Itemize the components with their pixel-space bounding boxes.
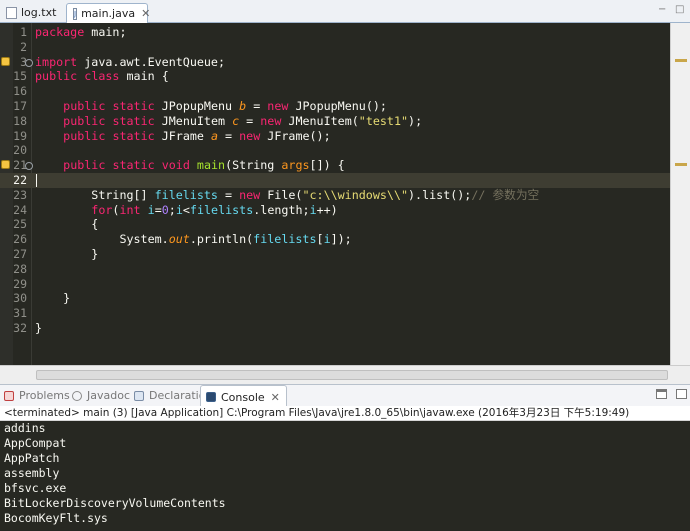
line-number: 25 [13, 217, 27, 232]
code-line[interactable]: 3 import java.awt.EventQueue; [0, 55, 670, 70]
tab-label: Javadoc [87, 389, 130, 402]
problems-icon [4, 390, 14, 401]
code-line[interactable]: 16 [0, 84, 670, 99]
tab-label: Console [221, 390, 265, 404]
console-line: BitLockerDiscoveryVolumeContents [4, 496, 226, 510]
line-number: 32 [13, 320, 27, 335]
line-number: 24 [13, 202, 27, 217]
line-number: 20 [13, 143, 27, 158]
console-icon [206, 392, 216, 402]
code-line[interactable]: 20 [0, 143, 670, 158]
code-line[interactable]: 21 public static void main(String args[]… [0, 158, 670, 173]
line-number: 31 [13, 306, 27, 321]
code-text: for(int i=0;i<filelists.length;i++) [91, 202, 338, 217]
code-text: public static JFrame a = new JFrame(); [63, 128, 331, 143]
code-text: public static JPopupMenu b = new JPopupM… [63, 98, 387, 113]
close-icon[interactable]: ✕ [271, 391, 280, 404]
line-number: 30 [13, 291, 27, 306]
declaration-icon [134, 390, 144, 401]
editor-tab-label: main.java [81, 7, 136, 20]
warning-marker[interactable] [675, 59, 687, 62]
scrollbar-thumb[interactable] [36, 370, 668, 380]
line-number: 29 [13, 276, 27, 291]
tab-problems[interactable]: Problems [4, 385, 70, 406]
tab-javadoc[interactable]: Javadoc [72, 385, 130, 406]
code-text: System.out.println(filelists[i]); [35, 232, 352, 247]
code-line[interactable]: 28 [0, 262, 670, 277]
code-line[interactable]: 25 { [0, 217, 670, 232]
code-text: } [35, 291, 71, 306]
tab-label: Problems [19, 389, 70, 402]
code-line[interactable]: 27 } [0, 247, 670, 262]
code-line[interactable]: 26 System.out.println(filelists[i]); [0, 232, 670, 247]
console-output[interactable]: addins AppCompat AppPatch assembly bfsvc.exe… [0, 421, 690, 531]
code-line[interactable]: 22 [0, 172, 670, 188]
code-text: public static JMenuItem c = new JMenuIte… [63, 113, 423, 128]
code-line[interactable]: 32} [0, 321, 670, 336]
console-status: <terminated> main (3) [Java Application]… [0, 406, 690, 421]
fold-toggle-icon[interactable] [25, 162, 33, 171]
line-number: 18 [13, 113, 27, 128]
code-line[interactable]: 23 String[] filelists = new File("c:\\wi… [0, 188, 670, 203]
console-line: bfsvc.exe [4, 481, 67, 495]
code-line[interactable]: 17 public static JPopupMenu b = new JPop… [0, 99, 670, 114]
code-text: String[] filelists = new File("c:\\windo… [35, 187, 540, 202]
code-text: } [35, 246, 99, 261]
line-number: 1 [20, 25, 27, 39]
code-line[interactable]: 24 for(int i=0;i<filelists.length;i++) [0, 203, 670, 218]
warning-marker[interactable] [675, 163, 687, 166]
code-line[interactable]: 15 public class main { [0, 69, 670, 84]
code-lines: 1 package main; 2 3 import java.awt.EventQue… [0, 25, 670, 336]
code-text: { [35, 217, 99, 232]
console-line: assembly [4, 466, 60, 480]
code-line[interactable]: 31 [0, 306, 670, 321]
line-number: 26 [13, 232, 27, 247]
warning-icon[interactable] [1, 56, 10, 66]
console-line: addins [4, 421, 46, 435]
minimize-button[interactable]: − [658, 4, 666, 15]
line-number: 27 [13, 246, 27, 261]
horizontal-scrollbar[interactable] [0, 365, 690, 384]
warning-icon[interactable] [1, 160, 10, 170]
javadoc-icon [72, 390, 82, 401]
minimize-view-button[interactable] [656, 389, 667, 399]
editor-tab-log[interactable]: log.txt [0, 3, 64, 22]
code-line[interactable]: 19 public static JFrame a = new JFrame()… [0, 129, 670, 144]
overview-ruler[interactable] [670, 23, 690, 365]
console-line: BocomKeyFlt.sys [4, 511, 108, 525]
maximize-view-button[interactable] [676, 389, 687, 399]
java-file-icon: J [73, 7, 78, 20]
editor-tab-bar: log.txt J main.java ✕ − □ [0, 0, 690, 23]
code-line[interactable]: 29 [0, 277, 670, 292]
line-number: 15 [13, 69, 27, 84]
code-editor[interactable]: 1 package main; 2 3 import java.awt.EventQue… [0, 23, 670, 365]
close-icon[interactable]: ✕ [141, 7, 150, 20]
line-number: 17 [13, 98, 27, 113]
code-text: package main; [35, 25, 127, 39]
maximize-button[interactable]: □ [675, 4, 684, 15]
editor-tab-main[interactable]: J main.java ✕ [66, 3, 150, 23]
code-text: public static void main(String args[]) { [63, 158, 345, 173]
code-line[interactable]: 1 package main; [0, 25, 670, 40]
console-line: AppCompat [4, 436, 67, 450]
code-line[interactable]: 30 } [0, 291, 670, 306]
line-number: 2 [20, 39, 27, 54]
code-text: import java.awt.EventQueue; [35, 54, 226, 69]
line-number: 16 [13, 84, 27, 99]
tab-console[interactable]: Console ✕ [200, 385, 287, 408]
line-number: 28 [13, 261, 27, 276]
line-number: 22 [13, 172, 27, 187]
editor-tab-label: log.txt [21, 6, 57, 19]
fold-toggle-icon[interactable] [25, 58, 33, 67]
code-line[interactable]: 2 [0, 40, 670, 55]
code-text: public class main { [35, 69, 169, 84]
line-number: 19 [13, 128, 27, 143]
text-cursor [36, 173, 37, 187]
text-file-icon [6, 6, 17, 19]
line-number: 23 [13, 187, 27, 202]
console-line: AppPatch [4, 451, 60, 465]
view-tab-bar: Problems Javadoc Declaration Console ✕ [0, 384, 690, 408]
code-text: } [35, 320, 43, 335]
code-line[interactable]: 18 public static JMenuItem c = new JMenu… [0, 114, 670, 129]
